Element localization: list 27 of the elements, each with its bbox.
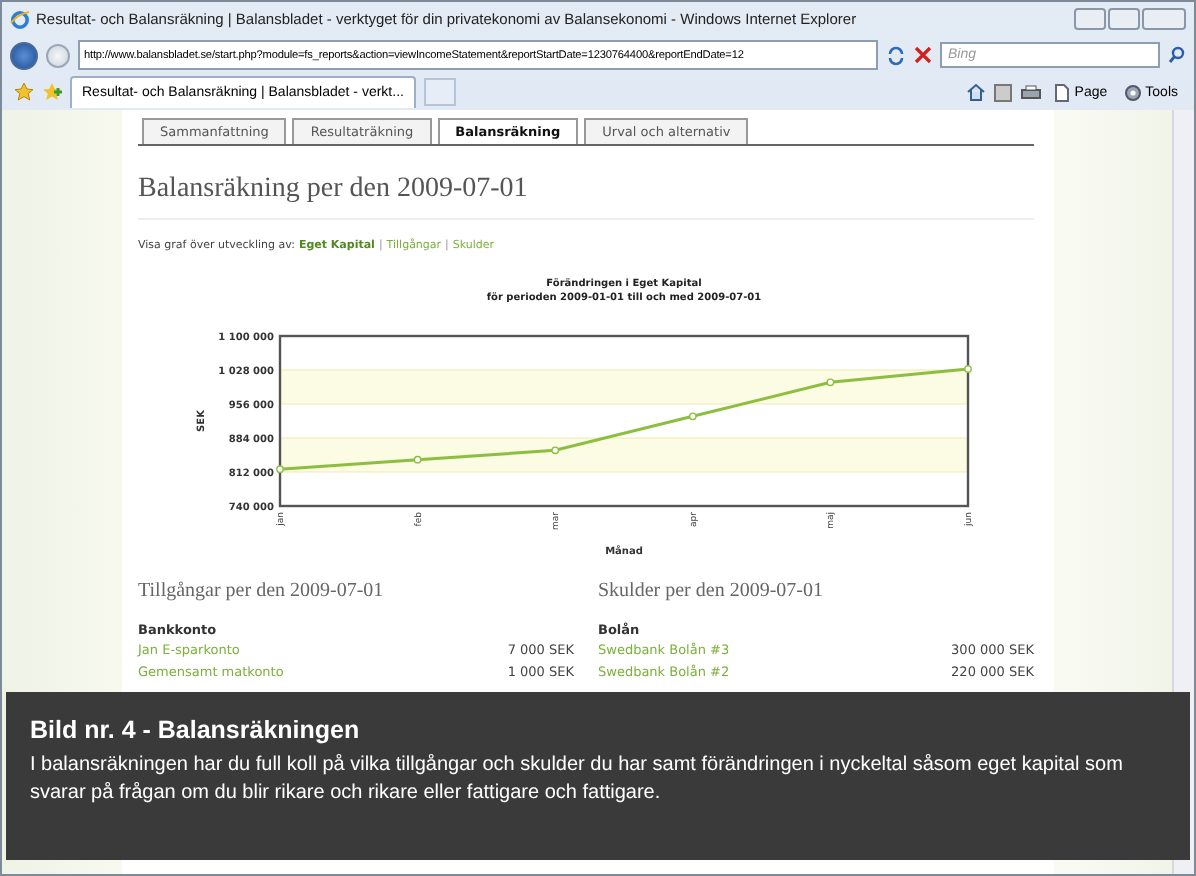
section-title: Tillgångar per den 2009-07-01	[138, 580, 386, 602]
gear-icon	[1123, 83, 1142, 101]
star-icon[interactable]	[14, 82, 34, 102]
page-icon	[1054, 83, 1071, 101]
maximize-button[interactable]	[1108, 8, 1140, 30]
browser-logo-icon	[10, 9, 30, 29]
section-title: Skulder per den 2009-07-01	[598, 580, 825, 602]
search-icon[interactable]	[1168, 46, 1186, 64]
printer-icon[interactable]	[1020, 83, 1043, 101]
data-point	[276, 465, 284, 474]
caption-title: Bild nr. 4 - Balansräkningen	[30, 716, 362, 744]
refresh-icon[interactable]	[886, 45, 906, 65]
close-button[interactable]	[1142, 8, 1186, 30]
data-point	[964, 365, 972, 373]
caption-text: I balansräkningen har du full koll på vilka tillgångar och skulder du har samt förändringen i nyckeltal såsom eget kapital som svarar på frågan om du blir rikare och rikare eller fattigare och fattigare.	[30, 752, 1125, 808]
add-star-icon[interactable]	[42, 82, 62, 102]
home-icon[interactable]	[966, 82, 987, 102]
feed-icon[interactable]	[994, 83, 1013, 101]
minimize-button[interactable]	[1074, 8, 1106, 30]
back-button[interactable]	[10, 41, 38, 69]
forward-button[interactable]	[46, 43, 70, 67]
data-point	[826, 378, 835, 387]
data-point	[688, 412, 697, 421]
close-icon[interactable]	[914, 46, 932, 64]
data-point	[551, 446, 560, 455]
page-heading: Balansräkning per den 2009-07-01	[138, 174, 1034, 220]
data-point	[413, 455, 422, 464]
